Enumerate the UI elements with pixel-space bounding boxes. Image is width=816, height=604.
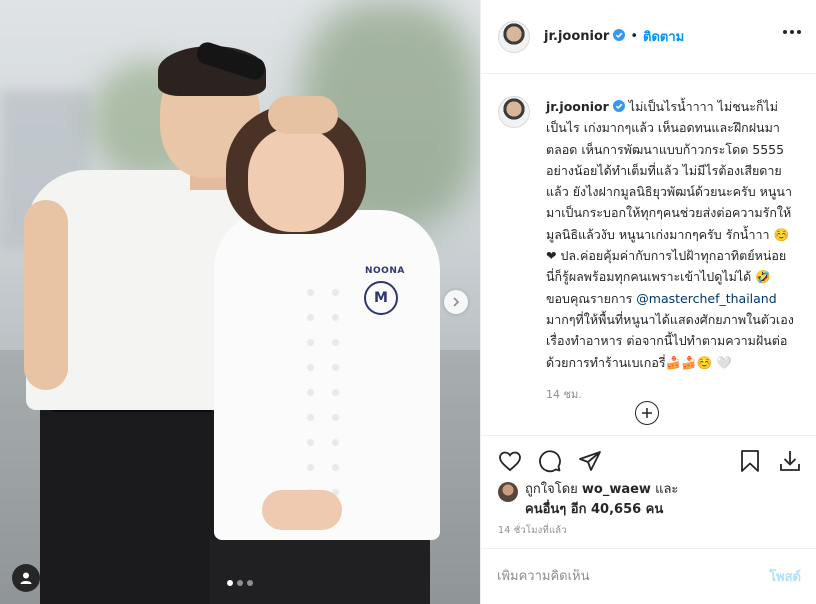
comment-button[interactable] [537,448,563,474]
comment-input[interactable] [497,569,770,584]
likes-summary: ถูกใจโดย wo_waew และคนอื่นๆ อีก 40,656 ค… [498,480,798,520]
save-button[interactable] [737,448,763,474]
plus-circle-icon [642,408,652,418]
chevron-right-icon [453,297,460,307]
load-more-comments-button[interactable] [635,401,659,425]
user-tag-button[interactable] [12,564,40,592]
post-comment-button[interactable]: โพสต์ [769,566,801,587]
paper-plane-icon [579,451,601,471]
liked-by-prefix: ถูกใจโดย [525,482,582,497]
woman-face [248,128,344,232]
next-photo-button[interactable] [444,290,468,314]
liker-username[interactable]: wo_waew [582,482,651,497]
speech-bubble-icon [539,450,561,473]
caption-body-continued: มากๆที่ให้พื้นที่หนูนาได้แสดงศักยภาพในตั… [546,311,794,370]
mention-link[interactable]: @masterchef_thailand [636,291,776,306]
carousel-dot [237,580,243,586]
likes-text: ถูกใจโดย wo_waew และคนอื่นๆ อีก 40,656 ค… [525,480,678,520]
liker-avatar[interactable] [498,482,518,502]
separator-dot: • [630,29,638,44]
verified-badge-icon [612,100,625,112]
coat-buttons [298,280,348,500]
heart-icon [499,451,521,472]
post-timestamp[interactable]: 14 ชั่วโมงที่แล้ว [498,523,567,538]
caption-body: ไม่เป็นไรน้ำาาา ไม่ชนะก็ไม่เป็นไร เก่งมา… [546,99,792,306]
follow-button[interactable]: ติดตาม [643,26,684,47]
likes-count-link[interactable]: คนอื่นๆ อีก 40,656 คน [525,502,663,517]
user-tag-icon [20,572,32,584]
caption-text: jr.joonior ไม่เป็นไรน้ำาาา ไม่ชนะก็ไม่เป… [546,96,798,373]
avatar[interactable] [498,20,530,53]
bookmark-icon [741,450,759,472]
masterchef-logo: M [364,281,398,315]
post-photo[interactable]: NOONA M [0,0,480,604]
download-button[interactable] [777,448,803,474]
caption-time: 14 ชม. [546,387,582,401]
caption-username[interactable]: jr.joonior [546,99,609,114]
woman-skirt [210,540,430,604]
man-arm [24,200,68,390]
post-details-panel: jr.joonior • ติดตาม jr.joonior ไม่เป็นไร… [480,0,816,604]
username-text: jr.joonior [544,29,610,44]
comment-form: โพสต์ [481,548,816,604]
woman-hands [262,490,342,530]
more-options-icon[interactable] [783,30,801,34]
post-header: jr.joonior • ติดตาม [481,0,816,74]
coat-name-label: NOONA [365,266,405,276]
post-caption: jr.joonior ไม่เป็นไรน้ำาาา ไม่ชนะก็ไม่เป… [498,96,798,403]
share-button[interactable] [577,448,603,474]
carousel-indicator [227,580,253,586]
verified-badge-icon [613,29,626,41]
carousel-dot [247,580,253,586]
username-link[interactable]: jr.joonior [544,29,626,44]
carousel-dot [227,580,233,586]
download-icon [780,451,800,471]
post-actions [481,435,816,485]
man-hand [268,96,338,134]
caption-avatar[interactable] [498,96,530,128]
like-button[interactable] [497,448,523,474]
liked-by-and: และ [650,482,679,497]
